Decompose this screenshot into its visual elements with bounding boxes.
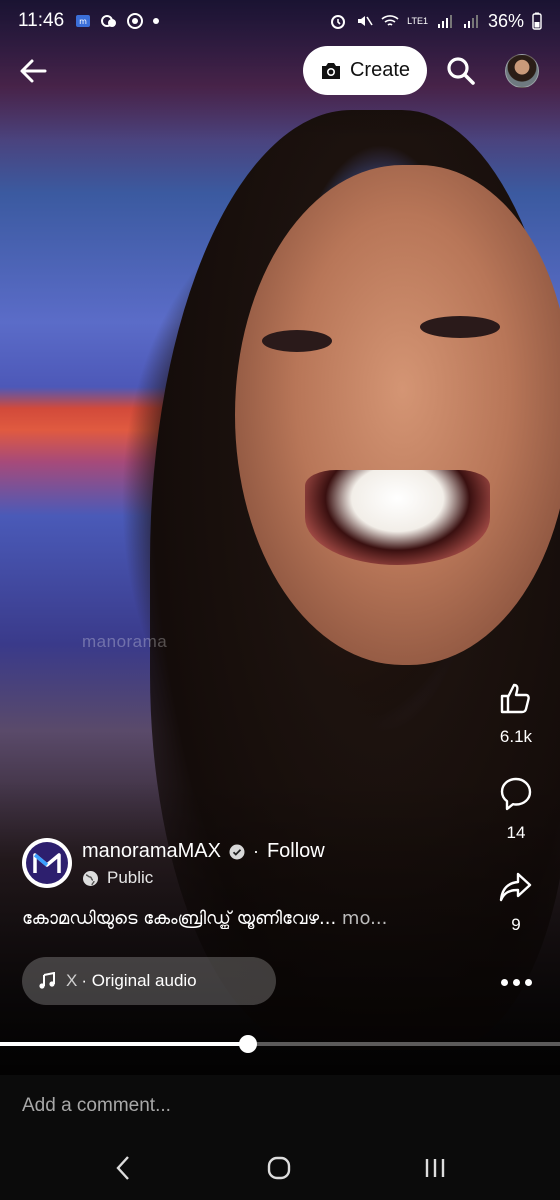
follow-button[interactable]: Follow xyxy=(267,840,325,863)
like-count: 6.1k xyxy=(499,727,533,746)
notification-icons: m xyxy=(74,12,160,30)
search-button[interactable] xyxy=(444,54,478,88)
reel-top-bar: Create xyxy=(0,46,560,96)
status-time: 11:46 xyxy=(18,10,65,31)
playback-progress-fill xyxy=(0,1042,249,1046)
status-bar: 11:46 m LTE1 36% xyxy=(0,0,560,42)
more-dot-icon xyxy=(524,978,532,986)
more-notifications-dot-icon xyxy=(153,18,160,24)
manorama-max-logo-icon xyxy=(26,842,68,884)
app-notification-icon: m xyxy=(76,15,91,27)
globe-icon xyxy=(83,870,98,886)
verified-badge-icon xyxy=(229,844,245,859)
camera-icon xyxy=(321,62,340,79)
wifi-icon xyxy=(381,15,399,26)
sync-notification-icon xyxy=(101,15,117,27)
more-options-button[interactable] xyxy=(498,972,534,992)
comment-bar xyxy=(0,1075,560,1135)
poster-avatar[interactable] xyxy=(22,838,72,888)
name-separator: · xyxy=(252,841,259,861)
video-watermark: manorama xyxy=(82,632,168,651)
audio-label: · Original audio xyxy=(81,971,197,990)
battery-icon xyxy=(532,12,542,30)
playback-scrubber-handle[interactable] xyxy=(239,1035,258,1053)
chevron-left-icon xyxy=(116,1156,129,1180)
caption-more-link[interactable]: mo... xyxy=(342,908,387,929)
poster-name[interactable]: manoramaMAX xyxy=(82,840,221,863)
video-subject-eye xyxy=(262,330,332,352)
video-subject-smile xyxy=(305,470,490,565)
like-button[interactable]: 6.1k xyxy=(480,680,552,747)
signal-icon xyxy=(437,15,452,28)
comment-icon xyxy=(500,777,532,811)
system-nav-bar xyxy=(0,1135,560,1200)
nav-recents-button[interactable] xyxy=(415,1153,455,1183)
music-note-icon xyxy=(39,972,55,989)
poster-privacy: Public xyxy=(82,868,153,888)
status-right-icons: LTE1 36% xyxy=(329,11,542,32)
comment-count: 14 xyxy=(506,823,526,842)
arrow-left-icon xyxy=(20,59,47,83)
comment-button[interactable]: 14 xyxy=(480,776,552,843)
audio-pill[interactable]: X · Original audio xyxy=(22,957,276,1005)
share-icon xyxy=(499,872,532,902)
poster-info: manoramaMAX · Follow Public xyxy=(22,838,482,892)
poster-name-row: manoramaMAX · Follow xyxy=(82,840,325,863)
video-subject-face xyxy=(235,165,560,665)
profile-avatar[interactable] xyxy=(505,54,539,88)
privacy-label: Public xyxy=(107,868,154,887)
nav-home-button[interactable] xyxy=(259,1153,299,1183)
more-dot-icon xyxy=(512,978,520,986)
search-icon xyxy=(447,57,475,85)
playback-progress-bar[interactable] xyxy=(0,1035,560,1053)
caption-text: കോമഡിയുടെ കേംബ്രിഡ്ജ് യൂണിവേഴ... xyxy=(22,908,337,929)
back-button[interactable] xyxy=(14,52,52,90)
network-type: LTE1 xyxy=(407,15,428,26)
svg-text:m: m xyxy=(79,17,87,26)
recents-icon xyxy=(425,1159,445,1177)
mute-icon xyxy=(358,16,373,26)
more-dot-icon xyxy=(500,978,508,986)
reel-caption[interactable]: കോമഡിയുടെ കേംബ്രിഡ്ജ് യൂണിവേഴ... mo... xyxy=(22,908,492,929)
thumbs-up-icon xyxy=(500,683,530,714)
video-subject-eye xyxy=(420,316,500,338)
comment-input[interactable] xyxy=(22,1093,522,1119)
create-label: Create xyxy=(349,59,411,81)
nav-back-button[interactable] xyxy=(103,1153,143,1183)
create-button[interactable]: Create xyxy=(303,46,427,95)
audio-artist: X xyxy=(66,971,78,990)
chrome-icon xyxy=(127,13,144,29)
alarm-icon xyxy=(331,15,346,29)
signal-icon-2 xyxy=(463,15,478,28)
battery-percent: 36% xyxy=(487,10,524,31)
home-circle-icon xyxy=(267,1156,291,1180)
